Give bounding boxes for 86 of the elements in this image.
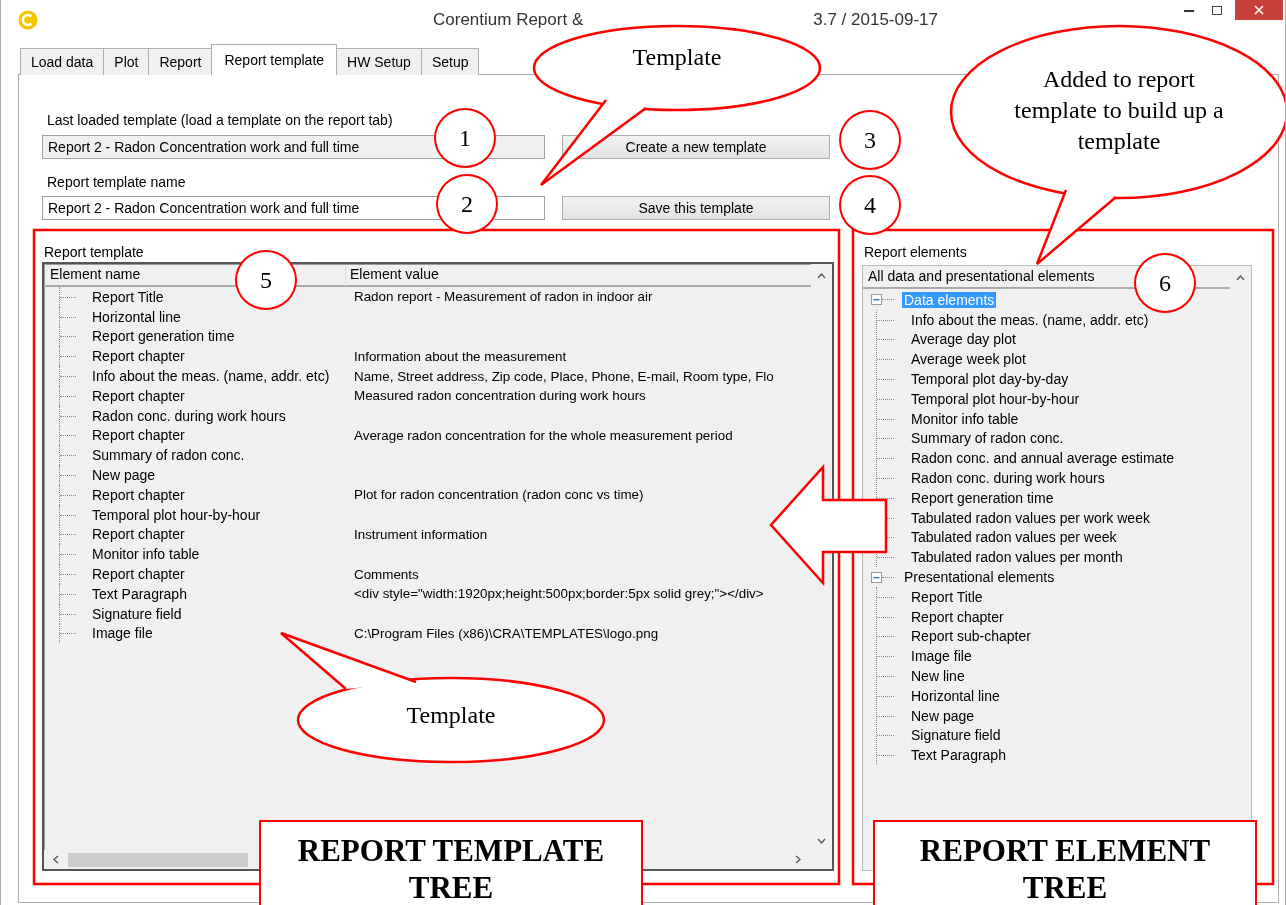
tree-item[interactable]: Report chapter [92,348,354,365]
tree-item[interactable]: Text Paragraph [92,585,354,602]
element-value: Instrument information [354,526,488,542]
tab[interactable]: Report template [211,44,338,75]
tree-item[interactable]: Horizontal line [909,687,1002,704]
tab[interactable]: HW Setup [336,48,422,75]
tree-item[interactable]: Info about the meas. (name, addr. etc) [92,368,354,385]
field-label: Report template name [47,173,186,191]
caption-label: REPORT TEMPLATE TREE [259,820,643,905]
callout-text: Template [631,43,723,72]
collapse-icon[interactable] [871,294,882,306]
element-value: Measured radon concentration during work hours [354,388,646,404]
tree-item[interactable]: Average week plot [909,351,1028,368]
tree-item[interactable]: Image file [92,625,354,642]
tree-item[interactable]: Tabulated radon values per month [909,549,1125,566]
callout-text: Added to report template to build up a template [1013,65,1225,156]
group-label: Report elements [864,244,968,262]
tree-item[interactable]: Report sub-chapter [909,628,1033,645]
scroll-down-icon [817,837,826,845]
tree-item[interactable]: Image file [909,648,974,665]
maximize-icon [1212,5,1222,15]
element-value: Comments [354,566,419,582]
tree-item[interactable]: Text Paragraph [909,747,1008,764]
tree-item[interactable]: Radon conc. during work hours [92,407,354,424]
tree-item[interactable]: Report chapter [92,566,354,583]
scroll-up-icon [817,272,826,280]
tree-item[interactable]: Report chapter [909,608,1006,625]
tree-item[interactable]: Signature field [909,727,1003,744]
tree-item[interactable]: Monitor info table [909,410,1021,427]
tab[interactable]: Setup [420,48,480,75]
tree-item[interactable]: Presentational elements [902,569,1057,586]
collapse-icon[interactable] [871,571,882,583]
tree-item[interactable]: Summary of radon conc. [909,430,1066,447]
tree-item[interactable]: Tabulated radon values per work week [909,509,1152,526]
tree-item[interactable]: Temporal plot day-by-day [909,371,1071,388]
element-value: <div style="width:1920px;height:500px;border:5px solid grey;"></div> [354,586,764,602]
number-marker: 4 [839,175,901,235]
tree-item[interactable]: Report chapter [92,387,354,404]
minimize-icon [1184,8,1194,12]
create-template-button[interactable]: Create a new template [562,135,830,159]
window-title: 3.7 / 2015-09-17 [813,10,938,30]
tree-item[interactable]: Report chapter [92,486,354,503]
number-marker: 3 [839,110,901,170]
element-value: Information about the measurement [354,348,567,364]
group-label: Report template [44,244,145,262]
save-template-button[interactable]: Save this template [562,196,830,220]
number-marker: 2 [436,174,498,234]
tree-item[interactable]: New page [909,707,977,724]
tree-item[interactable]: Temporal plot hour-by-hour [909,390,1082,407]
tab[interactable]: Report [148,48,213,75]
tree-item[interactable]: Tabulated radon values per week [909,529,1119,546]
app-logo-icon [18,10,38,30]
tree-item[interactable]: Report Title [909,588,985,605]
callout-text: Template [405,701,497,730]
element-value: C:\Program Files (x86)\CRA\TEMPLATES\logo.png [354,625,659,641]
window-title: Corentium Report & [433,10,584,30]
tab[interactable]: Plot [103,48,150,75]
tree-item[interactable]: Summary of radon conc. [92,447,354,464]
element-value: Average radon concentration for the whole measurement period [354,427,733,443]
element-value: Plot for radon concentration (radon conc vs time) [354,487,644,503]
column-header[interactable]: Element value [346,266,811,287]
tree-item[interactable]: Temporal plot hour-by-hour [92,506,354,523]
tree-item[interactable]: Radon conc. and annual average estimate [909,450,1177,467]
tree-item[interactable]: Average day plot [909,331,1018,348]
scroll-left-icon[interactable] [52,855,60,864]
tree-item[interactable]: New line [909,668,967,685]
caption-label: REPORT ELEMENT TREE [873,820,1257,905]
tree-item[interactable]: Report chapter [92,427,354,444]
tree-item[interactable]: Report generation time [909,489,1056,506]
scroll-up-icon[interactable] [1236,274,1245,282]
tree-item[interactable]: New page [92,467,354,484]
field-label: Last loaded template (load a template on the report tab) [47,111,393,129]
tree-item[interactable]: Monitor info table [92,546,354,563]
scrollbar-thumb[interactable] [68,852,248,867]
number-marker: 1 [434,108,496,168]
close-icon [1254,5,1264,15]
tree-item[interactable]: Signature field [92,605,354,622]
tree-item[interactable]: Radon conc. during work hours [909,470,1107,487]
scroll-right-icon[interactable] [794,855,802,864]
tree-item[interactable]: Report chapter [92,526,354,543]
element-value: Name, Street address, Zip code, Place, Phone, E-mail, Room type, Flo [354,368,774,384]
element-value: Radon report - Measurement of radon in indoor air [354,289,653,305]
tree-item[interactable]: Info about the meas. (name, addr. etc) [909,311,1151,328]
tab[interactable]: Load data [20,48,105,75]
tree-item[interactable]: Report generation time [92,328,354,345]
tree-item[interactable]: Horizontal line [92,308,354,325]
